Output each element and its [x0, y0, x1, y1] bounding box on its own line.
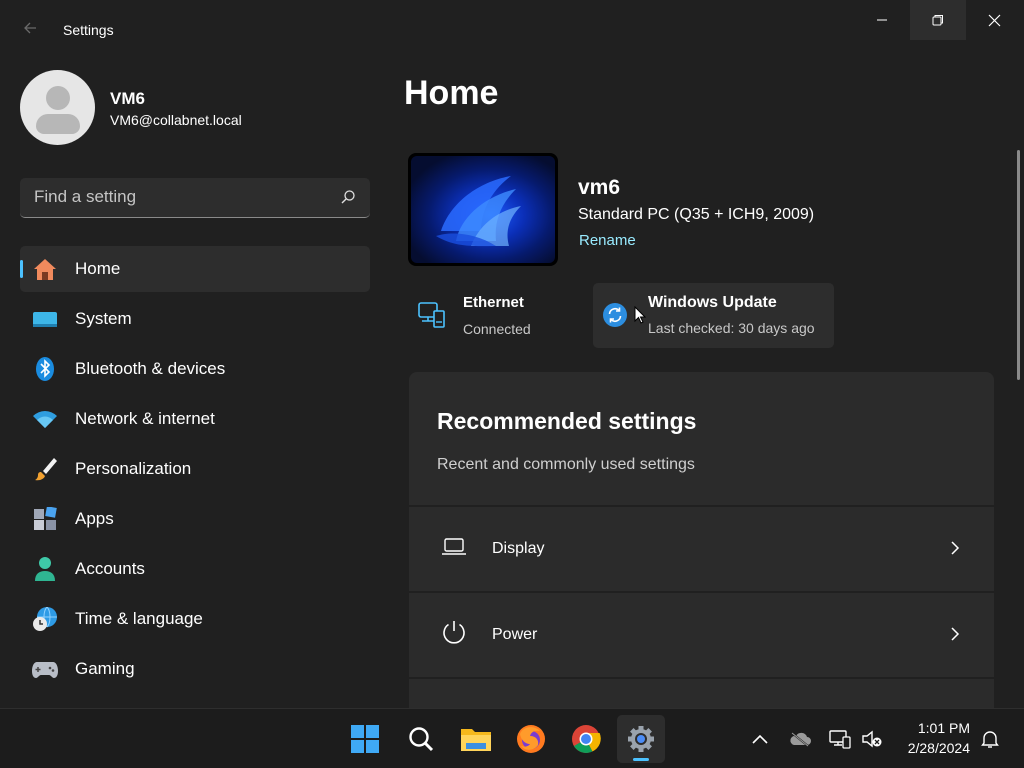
laptop-icon [442, 538, 466, 555]
recommended-header: Recommended settings Recent and commonly… [409, 372, 994, 505]
sidebar-item-label: Apps [75, 509, 114, 528]
mouse-cursor-icon [634, 306, 646, 324]
recommended-row-label: Display [492, 540, 545, 557]
taskbar-file-explorer[interactable] [452, 715, 500, 763]
sidebar-item-label: Gaming [75, 659, 135, 678]
sidebar-item-label: Time & language [75, 609, 203, 628]
accounts-icon [35, 557, 55, 581]
rename-link[interactable]: Rename [579, 232, 636, 249]
recommended-row-label: Power [492, 626, 538, 643]
sidebar-item-bluetooth[interactable]: Bluetooth & devices [20, 346, 370, 392]
title-bar: Settings [0, 0, 1024, 40]
page-title: Home [404, 74, 499, 112]
sidebar-item-label: Personalization [75, 459, 192, 478]
chevron-up-icon [752, 734, 768, 744]
active-app-indicator [633, 758, 649, 761]
sidebar-item-apps[interactable]: Apps [20, 496, 370, 542]
sidebar-item-label: Bluetooth & devices [75, 359, 226, 378]
taskbar-firefox[interactable] [507, 715, 555, 763]
onedrive-tray[interactable] [788, 727, 812, 751]
search-box [20, 178, 370, 218]
device-name: vm6 [578, 176, 621, 199]
user-name: VM6 [110, 89, 145, 108]
app-title: Settings [63, 22, 114, 38]
avatar-body-shape [36, 114, 80, 134]
network-icon [829, 730, 851, 749]
ethernet-icon [418, 302, 445, 328]
bluetooth-icon [36, 357, 54, 381]
search-icon[interactable] [340, 189, 356, 205]
file-explorer-icon [461, 729, 491, 751]
sidebar-nav: Home System Bluetooth & devices Network … [20, 246, 370, 696]
gamepad-icon [32, 662, 58, 678]
clock-time[interactable]: 1:01 PM [900, 720, 970, 736]
taskbar: 1:01 PM 2/28/2024 [0, 708, 1024, 768]
bell-icon [981, 731, 999, 748]
device-model: Standard PC (Q35 + ICH9, 2009) [578, 206, 815, 223]
sidebar-item-label: Accounts [75, 559, 145, 578]
start-icon [351, 725, 379, 753]
taskbar-settings[interactable] [617, 715, 665, 763]
sidebar-item-gaming[interactable]: Gaming [20, 646, 370, 692]
recommended-row-partial[interactable] [409, 677, 994, 708]
back-button[interactable] [16, 16, 44, 44]
search-icon [409, 727, 434, 752]
sync-icon [603, 303, 627, 327]
ethernet-status-text: Connected [463, 321, 531, 337]
wallpaper-image [411, 156, 555, 263]
restore-button[interactable] [910, 0, 966, 40]
chrome-icon [572, 725, 601, 753]
firefox-icon [517, 725, 545, 753]
network-tray[interactable] [828, 727, 852, 751]
avatar[interactable] [20, 70, 95, 145]
notifications-button[interactable] [978, 727, 1002, 751]
sidebar-item-home[interactable]: Home [20, 246, 370, 292]
close-button[interactable] [966, 0, 1022, 40]
recommended-row-power[interactable]: Power [409, 591, 994, 675]
taskbar-search-button[interactable] [397, 715, 445, 763]
user-email: VM6@collabnet.local [110, 112, 242, 128]
sidebar-item-accounts[interactable]: Accounts [20, 546, 370, 592]
search-input[interactable] [20, 178, 330, 216]
chevron-right-icon [951, 541, 960, 555]
show-hidden-icons-button[interactable] [748, 727, 772, 751]
taskbar-chrome[interactable] [562, 715, 610, 763]
system-icon [33, 312, 57, 327]
start-button[interactable] [341, 715, 389, 763]
home-icon [34, 259, 56, 280]
settings-icon [628, 726, 654, 752]
restore-icon [932, 15, 943, 26]
minimize-icon [877, 19, 887, 21]
recommended-title: Recommended settings [437, 408, 697, 434]
back-arrow-icon [24, 22, 36, 34]
recommended-subtitle: Recent and commonly used settings [437, 456, 695, 473]
apps-icon [34, 507, 57, 530]
windows-update-title: Windows Update [648, 294, 777, 311]
onedrive-offline-icon [790, 732, 811, 747]
bloom-shape [436, 176, 521, 247]
avatar-head-shape [46, 86, 70, 110]
scrollbar[interactable] [1017, 150, 1020, 380]
sidebar-item-label: System [75, 309, 132, 328]
wifi-icon [33, 411, 57, 428]
chevron-right-icon [951, 627, 960, 641]
clock-date[interactable]: 2/28/2024 [880, 740, 970, 756]
sidebar-item-time-language[interactable]: Time & language [20, 596, 370, 642]
windows-update-status: Last checked: 30 days ago [648, 320, 815, 336]
device-thumbnail [408, 153, 558, 266]
minimize-button[interactable] [854, 0, 910, 40]
sidebar-item-personalization[interactable]: Personalization [20, 446, 370, 492]
sidebar-item-label: Home [75, 259, 121, 278]
globe-clock-icon [33, 607, 57, 631]
recommended-row-display[interactable]: Display [409, 505, 994, 589]
windows-update-card[interactable]: Windows Update Last checked: 30 days ago [593, 283, 834, 348]
sidebar-item-system[interactable]: System [20, 296, 370, 342]
brush-icon [35, 458, 57, 481]
power-icon [443, 621, 465, 644]
sidebar-item-network[interactable]: Network & internet [20, 396, 370, 442]
close-icon [988, 14, 1000, 26]
sidebar-item-label: Network & internet [75, 409, 215, 428]
ethernet-title: Ethernet [463, 294, 524, 311]
recommended-settings-card: Recommended settings Recent and commonly… [409, 372, 994, 708]
